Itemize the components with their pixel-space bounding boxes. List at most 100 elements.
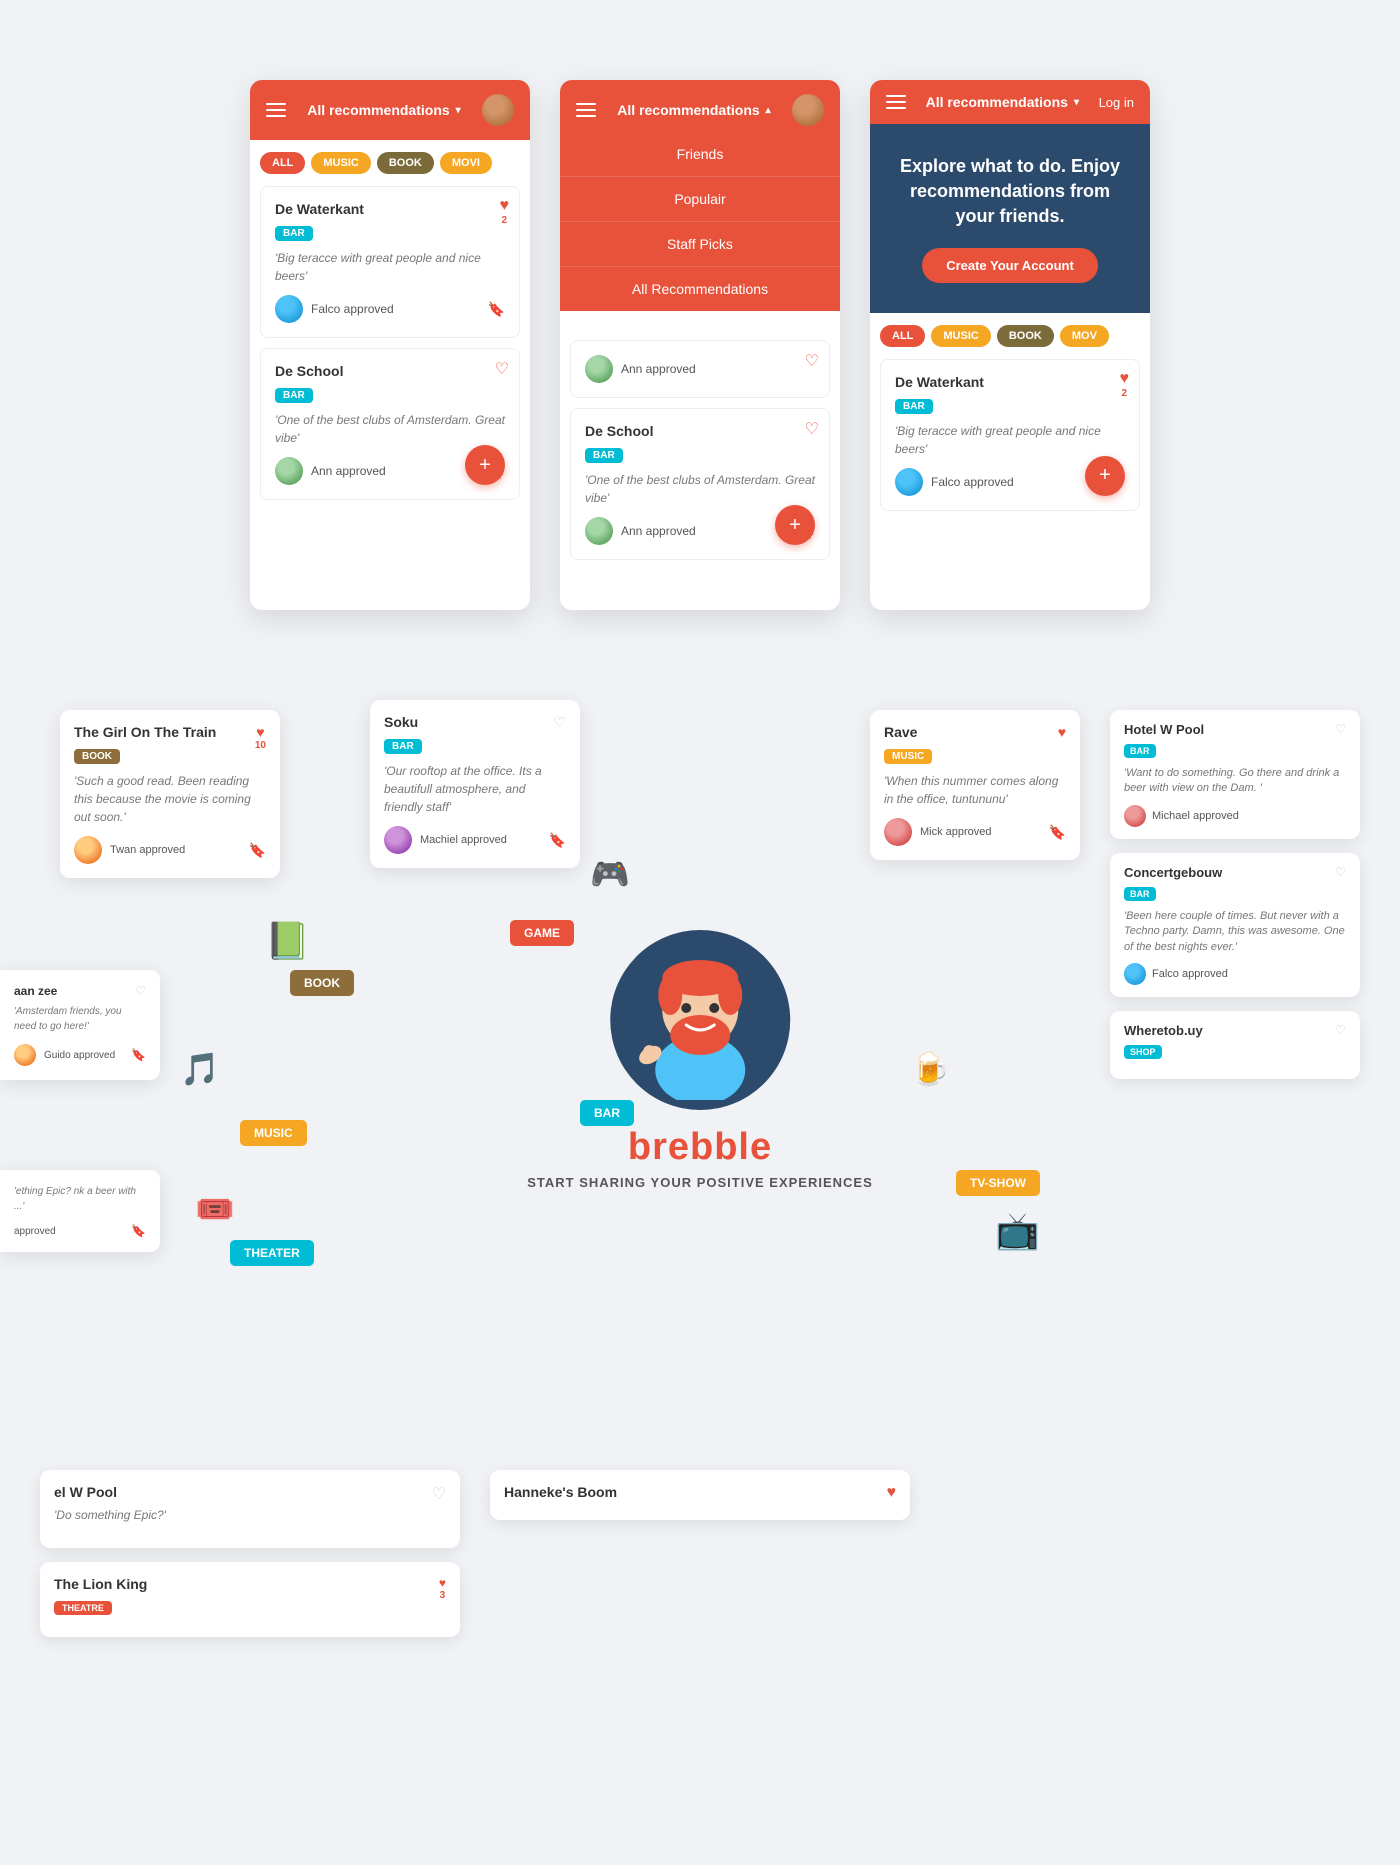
right-card-wheretobuy: Wheretob.uy SHOP ♡ [1110, 1011, 1360, 1079]
float-book-tag[interactable]: BOOK [290, 970, 354, 996]
hamburger-icon[interactable] [266, 103, 286, 117]
rec-card-footer: Falco approved 🔖 [275, 295, 505, 323]
filter-book-3[interactable]: BOOK [997, 325, 1054, 347]
float-theater-tag[interactable]: THEATER [230, 1240, 314, 1266]
right-card-hotel: Hotel W Pool BAR ♡ 'Want to do something… [1110, 710, 1360, 839]
heart-icon-9: ♡ [135, 984, 146, 1004]
hamburger-icon-2[interactable] [576, 103, 596, 117]
card-soku: Soku ♡ BAR 'Our rooftop at the office. I… [370, 700, 580, 868]
fab-add-button-3[interactable]: + [1085, 456, 1125, 496]
tv-float-icon: 📺 [995, 1210, 1040, 1252]
bookmark-icon-5[interactable]: 🔖 [549, 832, 566, 849]
bottom-right [940, 1470, 1360, 1651]
card-girl-on-train: The Girl On The Train BOOK ♥ 10 'Such a … [60, 710, 280, 878]
approver-falco [1124, 963, 1146, 985]
rec-card-waterkant-3: ♥ 2 De Waterkant BAR 'Big teracce with g… [880, 359, 1140, 511]
rec-card-waterkant: ♥ 2 De Waterkant BAR 'Big teracce with g… [260, 186, 520, 338]
bookmark-icon-8[interactable]: 🔖 [131, 1224, 146, 1238]
filter-book[interactable]: BOOK [377, 152, 434, 174]
approver-ann: Ann approved [585, 355, 696, 383]
dropdown-all-recs[interactable]: All Recommendations [560, 267, 840, 311]
dropdown-menu: Friends Populair Staff Picks All Recomme… [560, 132, 840, 311]
middle-section: The Girl On The Train BOOK ♥ 10 'Such a … [0, 670, 1400, 1450]
bookmark-icon-7[interactable]: 🔖 [131, 1048, 146, 1062]
header-title-2: All recommendations ▴ [617, 102, 770, 118]
heart-icon: ♡ [495, 359, 509, 379]
book-float-icon: 📗 [265, 920, 310, 962]
heart-icon-r2: ♡ [1335, 865, 1346, 879]
game-float-icon: 🎮 [590, 855, 630, 893]
approver-guido [14, 1044, 36, 1066]
bottom-section: el W Pool ♡ 'Do something Epic?' The Lio… [0, 1450, 1400, 1691]
fab-add-button[interactable]: + [465, 445, 505, 485]
beer-float-icon: 🍺 [910, 1050, 950, 1088]
heart-icon-b3: ♥ [887, 1484, 897, 1502]
heart-icon-r1: ♡ [1335, 722, 1346, 736]
mascot-circle [610, 930, 790, 1110]
filter-all-3[interactable]: ALL [880, 325, 925, 347]
bottom-center: Hanneke's Boom ♥ [490, 1470, 910, 1651]
approver: Falco approved [275, 295, 394, 323]
filter-music[interactable]: MUSIC [311, 152, 370, 174]
chevron-up-icon: ▴ [766, 105, 771, 116]
mascot-center: brebble START SHARING YOUR POSITIVE EXPE… [527, 930, 873, 1190]
heart-icon-7: ♡ [553, 714, 566, 731]
music-float-icon: 🎵 [180, 1050, 220, 1088]
phone-header-1: All recommendations ▾ [250, 80, 530, 140]
dropdown-staff-picks[interactable]: Staff Picks [560, 222, 840, 267]
bottom-card-hannekes-boom: Hanneke's Boom ♥ [490, 1470, 910, 1520]
card-rave: Rave ♥ MUSIC 'When this nummer comes alo… [870, 710, 1080, 860]
filter-tabs-3: ALL MUSIC BOOK MOV [870, 313, 1150, 359]
approver-michael [1124, 805, 1146, 827]
chevron-down-icon-3: ▾ [1074, 97, 1079, 108]
bookmark-icon-4[interactable]: 🔖 [249, 842, 266, 859]
approver-avatar [275, 295, 303, 323]
filter-all[interactable]: ALL [260, 152, 305, 174]
right-cards: Hotel W Pool BAR ♡ 'Want to do something… [1110, 710, 1360, 1079]
hero-title: Explore what to do. Enjoy recommendation… [890, 154, 1130, 230]
heart-icon-r3: ♡ [1335, 1023, 1346, 1037]
filter-movie-3[interactable]: MOV [1060, 325, 1109, 347]
avatar [482, 94, 514, 126]
heart-badge-3: ♥ 2 [1120, 370, 1130, 399]
approver-avatar-4 [895, 468, 923, 496]
phone-card-2: All recommendations ▴ Friends Populair S… [560, 80, 840, 610]
phone-card-3: All recommendations ▾ Log in Explore wha… [870, 80, 1150, 610]
dropdown-populair[interactable]: Populair [560, 177, 840, 222]
approver-avatar-ann [585, 355, 613, 383]
heart-icon: ♥ [500, 197, 510, 215]
bottom-left: el W Pool ♡ 'Do something Epic?' The Lio… [40, 1470, 460, 1651]
phone-header-3: All recommendations ▾ Log in [870, 80, 1150, 124]
card-something-epic: 'ething Epic? nk a beer with ...' approv… [0, 1170, 160, 1252]
create-account-button[interactable]: Create Your Account [922, 248, 1098, 283]
rec-card-school-2: ♡ De School BAR 'One of the best clubs o… [570, 408, 830, 560]
heart-icon-6: ♥ [256, 724, 264, 740]
filter-tabs: ALL MUSIC BOOK MOVI [250, 140, 530, 186]
fab-add-button-2[interactable]: + [775, 505, 815, 545]
heart-icon-3: ♡ [805, 351, 819, 371]
float-music-tag[interactable]: MUSIC [240, 1120, 307, 1146]
top-section: All recommendations ▾ ALL MUSIC BOOK MOV… [0, 0, 1400, 670]
heart-icon-b2: ♥ [439, 1576, 446, 1590]
bookmark-icon[interactable]: 🔖 [488, 301, 505, 318]
heart-icon-8: ♥ [1058, 724, 1066, 740]
chevron-down-icon: ▾ [456, 105, 461, 116]
heart-icon-b1: ♡ [432, 1484, 446, 1504]
ticket-float-icon: 🎟️ [195, 1190, 235, 1228]
bookmark-icon-6[interactable]: 🔖 [1049, 824, 1066, 841]
dropdown-friends[interactable]: Friends [560, 132, 840, 177]
brebble-logo: brebble [628, 1126, 772, 1169]
phone-card-1: All recommendations ▾ ALL MUSIC BOOK MOV… [250, 80, 530, 610]
bottom-card-el-w-pool: el W Pool ♡ 'Do something Epic?' [40, 1470, 460, 1548]
filter-movie[interactable]: MOVI [440, 152, 492, 174]
right-card-concertgebouw: Concertgebouw BAR ♡ 'Been here couple of… [1110, 853, 1360, 997]
header-title-3: All recommendations ▾ [926, 94, 1079, 110]
login-link[interactable]: Log in [1099, 95, 1134, 110]
rec-card-footer-3: Ann approved [585, 355, 815, 383]
tagline: START SHARING YOUR POSITIVE EXPERIENCES [527, 1175, 873, 1190]
float-tv-tag[interactable]: TV-SHOW [956, 1170, 1040, 1196]
filter-music-3[interactable]: MUSIC [931, 325, 990, 347]
approver-mick [884, 818, 912, 846]
hamburger-icon-3[interactable] [886, 95, 906, 109]
approver-avatar-3 [585, 517, 613, 545]
